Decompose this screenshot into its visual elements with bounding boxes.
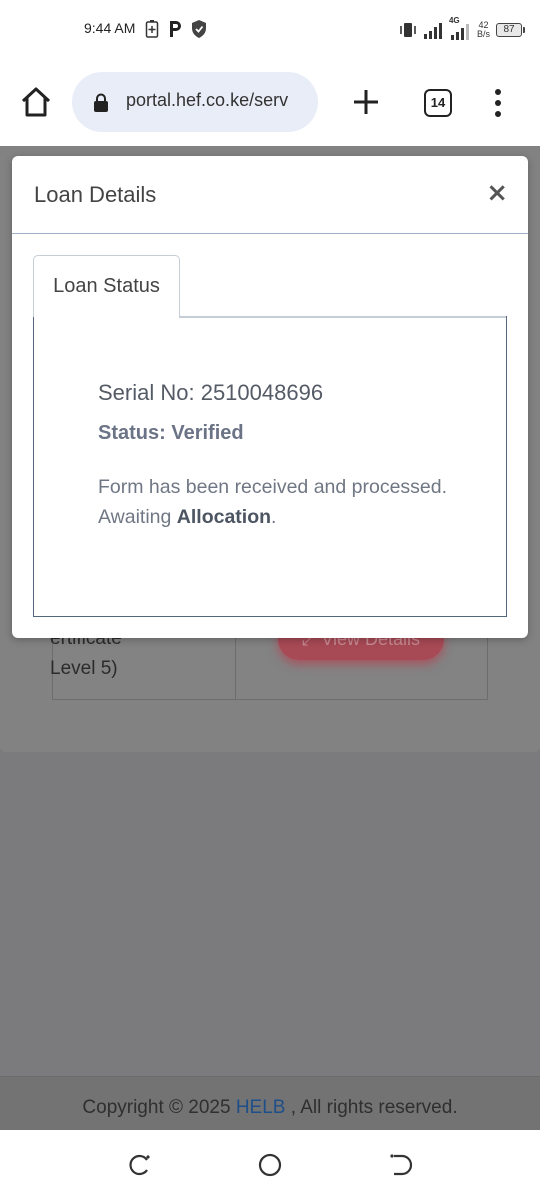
shield-icon bbox=[192, 20, 206, 38]
signal-icon-1 bbox=[423, 23, 442, 39]
status-time: 9:44 AM bbox=[84, 20, 136, 36]
home-icon[interactable] bbox=[18, 84, 54, 120]
more-menu-icon[interactable] bbox=[490, 88, 506, 118]
background-course-line2: Level 5) bbox=[50, 658, 118, 679]
net-speed-unit: B/s bbox=[476, 29, 490, 39]
status-message: Form has been received and processed. Aw… bbox=[98, 472, 458, 532]
battery-indicator: 87 bbox=[496, 23, 525, 37]
page-footer: Copyright © 2025 HELB , All rights reser… bbox=[0, 1076, 540, 1130]
copyright-text: Copyright © 2025 bbox=[82, 1097, 236, 1118]
net-speed: 42 B/s bbox=[477, 21, 490, 39]
status-message-suffix: . bbox=[271, 506, 277, 528]
modal-header: Loan Details × bbox=[12, 156, 528, 234]
browser-toolbar: portal.hef.co.ke/serv 14 bbox=[0, 60, 540, 146]
new-tab-icon[interactable] bbox=[350, 86, 382, 118]
battery-saver-icon bbox=[145, 20, 159, 38]
back-icon[interactable] bbox=[388, 1152, 414, 1178]
signal-icon-2: 4G bbox=[449, 16, 471, 41]
loan-details-modal: Loan Details × Loan Status Serial No: 25… bbox=[12, 156, 528, 638]
status-right-group: 4G 42 B/s 87 bbox=[399, 16, 525, 42]
status-bar: 9:44 AM 4G 42 B/s 87 bbox=[0, 0, 540, 60]
system-nav-bar bbox=[0, 1130, 540, 1200]
vibrate-icon bbox=[400, 23, 416, 37]
modal-title: Loan Details bbox=[34, 182, 157, 207]
recent-apps-icon[interactable] bbox=[127, 1152, 153, 1178]
url-text[interactable]: portal.hef.co.ke/serv bbox=[126, 90, 288, 111]
loan-status-panel: Serial No: 2510048696 Status: Verified F… bbox=[33, 316, 507, 617]
serial-number: Serial No: 2510048696 bbox=[98, 380, 324, 405]
lock-icon[interactable] bbox=[92, 93, 110, 113]
copyright-suffix: , All rights reserved. bbox=[285, 1097, 458, 1118]
tab-switcher-button[interactable]: 14 bbox=[424, 89, 452, 117]
home-button-icon[interactable] bbox=[257, 1152, 283, 1178]
p-app-icon bbox=[170, 21, 181, 37]
status-message-emphasis: Allocation bbox=[176, 506, 272, 528]
tab-loan-status[interactable]: Loan Status bbox=[33, 255, 180, 317]
signal-bars-icon bbox=[450, 24, 469, 40]
close-button[interactable]: × bbox=[486, 178, 508, 208]
address-bar[interactable]: portal.hef.co.ke/serv bbox=[72, 72, 318, 132]
status-label: Status: Verified bbox=[98, 422, 244, 444]
helb-link[interactable]: HELB bbox=[236, 1097, 286, 1118]
